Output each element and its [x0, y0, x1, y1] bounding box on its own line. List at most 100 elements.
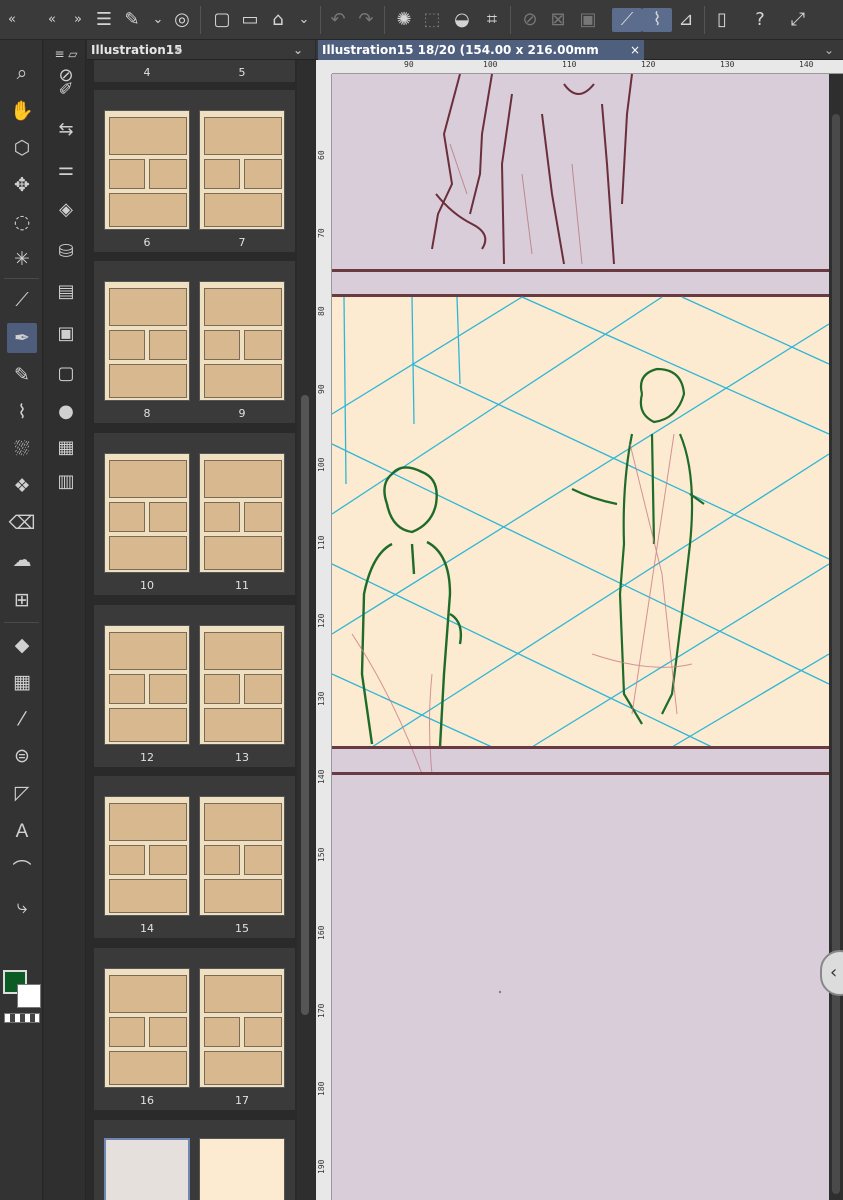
page-number: 5 [238, 66, 246, 79]
chevron-down-icon[interactable]: ⌄ [293, 40, 303, 60]
airbrush-tool-icon[interactable]: ⛆ [7, 434, 37, 464]
close-icon[interactable]: × [173, 40, 183, 60]
ruler-tool-icon[interactable]: ◸ [7, 778, 37, 808]
pen-tool-icon[interactable]: ✒ [7, 323, 37, 353]
line-tool-icon[interactable]: ⁄ [7, 704, 37, 734]
page-thumbnail[interactable] [199, 453, 285, 573]
color-set-icon[interactable]: ▦ [52, 434, 80, 462]
page-thumbnail[interactable] [199, 110, 285, 230]
smoothing-icon[interactable]: ⌇ [642, 8, 672, 32]
page-scrollbar[interactable] [297, 60, 315, 1200]
page-thumbnail[interactable] [199, 281, 285, 401]
pen-pressure-icon[interactable]: ⟋ [612, 8, 642, 32]
chevron-down-icon[interactable]: ⌄ [146, 8, 170, 32]
page-thumbnail[interactable] [104, 968, 190, 1088]
redo-icon[interactable]: ↷ [354, 8, 378, 32]
correct-line-tool-icon[interactable]: ⤷ [7, 892, 37, 922]
page-spread[interactable]: 12 13 [94, 605, 295, 767]
close-icon[interactable]: × [630, 40, 640, 60]
collapse-right-icon[interactable]: » [66, 8, 90, 32]
page-number: 6 [143, 236, 151, 249]
ruler-label: 60 [317, 150, 326, 160]
gradient-tool-icon[interactable]: ▦ [7, 667, 37, 697]
page-spread[interactable]: 67 [94, 90, 295, 252]
crop-icon[interactable]: ⌗ [480, 8, 504, 32]
transform-icon[interactable]: ✺ [392, 8, 416, 32]
gallery-icon[interactable]: ▣ [52, 320, 80, 348]
pencil-tool-icon[interactable]: ✎ [7, 360, 37, 390]
info-icon[interactable]: ▤ [52, 278, 80, 306]
ruler-label: 130 [720, 60, 735, 69]
new-page-icon[interactable]: ▢ [210, 8, 234, 32]
blend-tool-icon[interactable]: ☁ [7, 545, 37, 575]
sub-color-swatch[interactable] [17, 984, 41, 1008]
device-icon[interactable]: ▯ [710, 8, 734, 32]
animation-icon[interactable]: ▥ [52, 468, 80, 496]
canvas-tab[interactable]: Illustration15 18/20 (154.00 x 216.00mm … [318, 40, 644, 77]
save-icon[interactable]: ⌂ [266, 8, 290, 32]
page-spread-current[interactable] [94, 1120, 295, 1200]
page-spread[interactable]: 16 17 [94, 948, 295, 1110]
new-icon[interactable]: ✎ [120, 8, 144, 32]
clear-icon[interactable]: ⊘ [518, 8, 542, 32]
page-thumbnail[interactable] [199, 796, 285, 916]
chevron-down-icon[interactable]: ⌄ [292, 8, 316, 32]
adjust-icon[interactable]: ⚌ [52, 156, 80, 184]
menu-icon[interactable]: ☰ [92, 8, 116, 32]
page-thumbnail[interactable] [104, 796, 190, 916]
lasso-tool-icon[interactable]: ◌ [7, 207, 37, 237]
collapse-left-icon[interactable]: « [0, 8, 24, 32]
fill-tool-icon[interactable]: ◆ [7, 630, 37, 660]
drawing-canvas[interactable] [332, 74, 829, 1200]
canvas-scrollbar-thumb[interactable] [832, 114, 840, 1194]
page-thumbnail-current[interactable] [104, 1138, 190, 1200]
fill-icon[interactable]: ◒ [450, 8, 474, 32]
page-spread[interactable]: 14 15 [94, 776, 295, 938]
page-thumbnail-blank[interactable] [199, 1138, 285, 1200]
open-icon[interactable]: ▭ [238, 8, 262, 32]
transparent-color-swatch[interactable] [4, 1013, 40, 1023]
decoration-tool-icon[interactable]: ❖ [7, 471, 37, 501]
color-circle-icon[interactable]: ● [52, 398, 80, 426]
collapse-left-icon[interactable]: « [40, 8, 64, 32]
balloon-tool-icon[interactable]: ⌒ [7, 855, 37, 885]
page-thumbnail[interactable] [104, 281, 190, 401]
eyedropper-icon[interactable]: ⟋ [7, 285, 37, 315]
history-icon[interactable]: ▢ [52, 360, 80, 388]
page-panel-tab[interactable]: Illustration15 × ⌄ [87, 40, 315, 60]
eraser-tool-icon[interactable]: ⌫ [7, 508, 37, 538]
fit-icon[interactable]: ▣ [576, 8, 600, 32]
page-spread[interactable]: 89 [94, 261, 295, 423]
chevron-down-icon[interactable]: ⌄ [824, 40, 834, 60]
help-icon[interactable]: ? [748, 8, 772, 32]
select-icon[interactable]: ⬚ [420, 8, 444, 32]
page-thumbnail[interactable] [199, 968, 285, 1088]
pen-settings-icon[interactable]: ✐ [52, 76, 80, 104]
page-spread[interactable]: 45 [94, 60, 295, 82]
frame-tool-icon[interactable]: ⊜ [7, 741, 37, 771]
page-scrollbar-thumb[interactable] [301, 395, 309, 1015]
show-border-icon[interactable]: ⊠ [546, 8, 570, 32]
layers-icon[interactable]: ◈ [52, 196, 80, 224]
page-thumbnail[interactable] [104, 625, 190, 745]
link-icon[interactable]: ⇆ [52, 116, 80, 144]
canvas-scrollbar[interactable] [829, 74, 843, 1200]
3d-tool-icon[interactable]: ⬡ [7, 133, 37, 163]
text-tool-icon[interactable]: A [7, 817, 37, 847]
page-thumbnail[interactable] [104, 110, 190, 230]
page-thumbnail[interactable] [104, 453, 190, 573]
grid-tool-icon[interactable]: ⊞ [7, 585, 37, 615]
page-spread[interactable]: 10 11 [94, 433, 295, 595]
page-thumbnail[interactable] [199, 625, 285, 745]
materials-icon[interactable]: ⛁ [52, 238, 80, 266]
undo-icon[interactable]: ↶ [326, 8, 350, 32]
app-icon[interactable]: ◎ [170, 8, 194, 32]
zoom-tool-icon[interactable]: ⌕ [7, 58, 37, 88]
move-tool-icon[interactable]: ✥ [7, 170, 37, 200]
magic-wand-icon[interactable]: ✳ [7, 244, 37, 274]
ruler-label: 140 [799, 60, 814, 69]
fullscreen-icon[interactable]: ⤢ [786, 8, 810, 32]
hand-tool-icon[interactable]: ✋ [7, 96, 37, 126]
brush-tool-icon[interactable]: ⌇ [7, 397, 37, 427]
ruler-icon[interactable]: ⊿ [674, 8, 698, 32]
